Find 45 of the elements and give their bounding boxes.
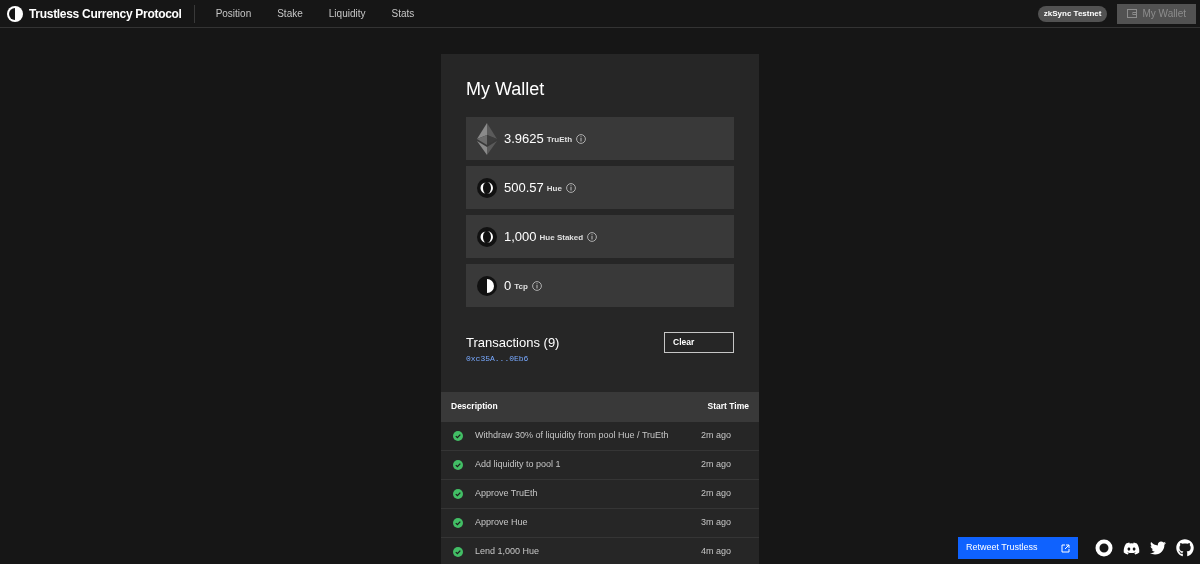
- coin-icon: [477, 177, 497, 198]
- balance-amount: 500.57: [504, 178, 544, 197]
- balance-amount: 1,000: [504, 227, 537, 246]
- token-unit: Hue Staked: [539, 231, 584, 244]
- balance-amount: 0: [504, 276, 512, 295]
- brand-name[interactable]: Trustless Currency Protocol: [29, 4, 182, 23]
- network-badge: zkSync Testnet: [1037, 5, 1108, 22]
- token-unit: TruEth: [546, 133, 573, 146]
- transaction-description: Lend 1,000 Hue: [475, 544, 541, 558]
- column-header: Start Time: [707, 400, 749, 413]
- transaction-time: 4m ago: [700, 544, 731, 558]
- nav-link[interactable]: Stake: [264, 6, 316, 21]
- transaction-time: 2m ago: [700, 486, 731, 500]
- nav-link[interactable]: Position: [202, 6, 265, 21]
- retweet-button[interactable]: Retweet Trustless: [958, 537, 1078, 559]
- token-unit: Tcp: [514, 280, 528, 293]
- info-icon[interactable]: [531, 280, 542, 291]
- column-header: Description: [451, 400, 498, 413]
- github-icon[interactable]: [1176, 539, 1194, 557]
- balance-amount: 3.9625: [504, 129, 544, 148]
- transaction-time: 2m ago: [700, 428, 731, 442]
- wallet-address[interactable]: 0xc35A...0Eb6: [466, 352, 560, 365]
- transactions-title: Transactions (9): [466, 334, 560, 352]
- clear-button[interactable]: Clear: [664, 332, 734, 353]
- transaction-time: 3m ago: [700, 515, 731, 529]
- coin-icon: [477, 226, 497, 247]
- nav-link[interactable]: Liquidity: [315, 6, 379, 21]
- transaction-description: Approve Hue: [475, 515, 529, 529]
- panel-title: My Wallet: [465, 78, 546, 101]
- transaction-description: Withdraw 30% of liquidity from pool Hue / TruEth: [475, 428, 670, 442]
- info-icon[interactable]: [576, 133, 587, 144]
- half-circle-icon: [477, 275, 497, 296]
- twitter-icon[interactable]: [1150, 540, 1166, 556]
- wallet-icon: [1127, 9, 1138, 18]
- transaction-time: 2m ago: [700, 457, 731, 471]
- logo-icon: [6, 4, 24, 23]
- nav-link[interactable]: Stats: [378, 6, 428, 21]
- info-icon[interactable]: [587, 231, 598, 242]
- token-unit: Hue: [546, 182, 562, 195]
- transaction-description: Add liquidity to pool 1: [475, 457, 562, 471]
- ethereum-icon: [477, 122, 497, 155]
- circle-icon[interactable]: [1095, 539, 1113, 557]
- external-link-icon: [1061, 543, 1070, 553]
- info-icon[interactable]: [565, 182, 576, 193]
- transaction-description: Approve TruEth: [475, 486, 539, 500]
